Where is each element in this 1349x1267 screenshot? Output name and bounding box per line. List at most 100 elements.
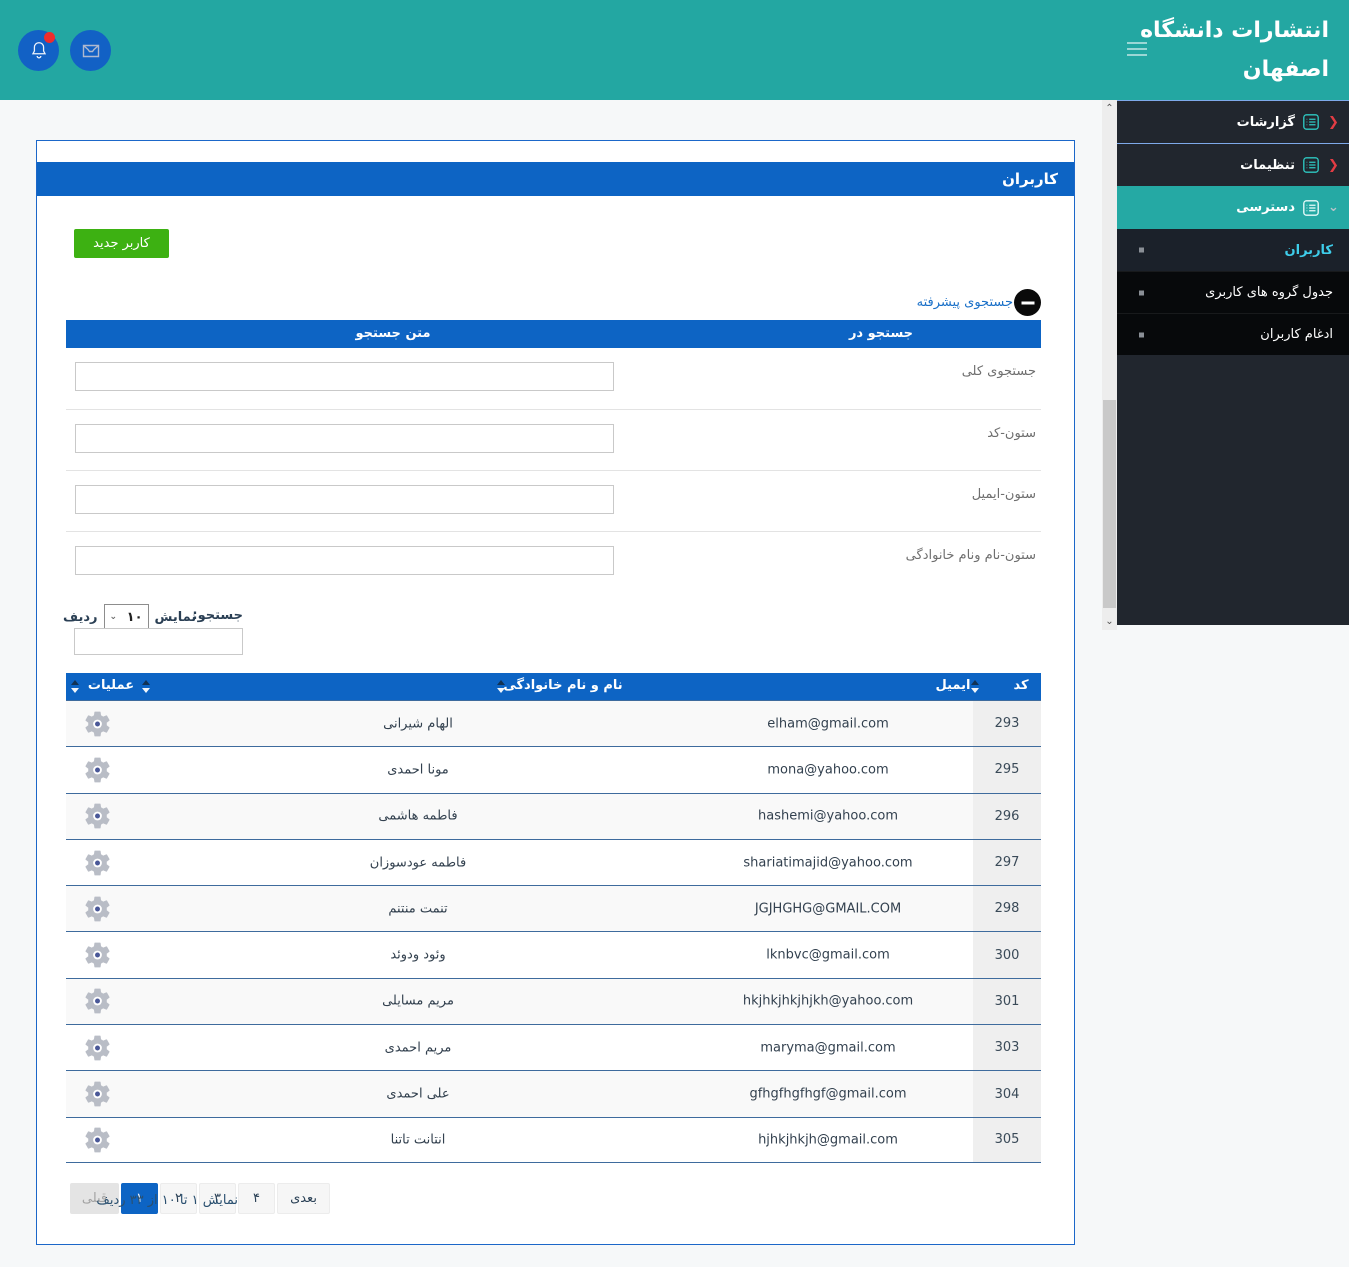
search-row-label: ستون-ایمیل [972,487,1036,502]
advanced-search-toggle[interactable]: جستجوی پیشرفته [917,289,1041,316]
row-operations-button[interactable] [82,1079,113,1110]
table-row: 298JGJHGHG@GMAIL.COMتنمت منتنم [66,885,1041,931]
column-header-operations[interactable]: عملیات [88,678,134,693]
panel-titlebar: کاربران [37,162,1074,196]
collapse-minus-icon[interactable] [1014,289,1041,316]
sidebar-item-label: دسترسی [1236,200,1295,215]
search-row-label: ستون-نام ونام خانوادگی [906,548,1036,563]
sidebar-subitem-label: جدول گروه های کاربری [1205,285,1333,300]
page-title: کاربران [1002,170,1058,188]
table-row: 301hkjhkjhkjhjkh@yahoo.comمریم مسایلی [66,978,1041,1024]
row-operations-button[interactable] [82,801,113,832]
sidebar-item-settings[interactable]: ❮ تنظیمات [1117,143,1349,186]
cell-name: فاطمه عودسوزان [370,855,466,870]
column-header-name[interactable]: نام و نام خانوادگی [503,678,622,693]
app-title-line2: اصفهان [1140,50,1329,89]
cell-code: 297 [973,840,1041,885]
cell-code: 295 [973,747,1041,792]
advanced-search-label[interactable]: جستجوی پیشرفته [917,295,1013,310]
scroll-up-icon[interactable]: ⌃ [1102,103,1117,114]
sidebar-subitem-user-groups[interactable]: جدول گروه های کاربری [1117,271,1349,313]
gear-icon [82,1079,113,1110]
cell-email: elham@gmail.com [767,716,888,731]
table-row: 295mona@yahoo.comمونا احمدی [66,746,1041,792]
row-operations-button[interactable] [82,1124,113,1155]
row-operations-button[interactable] [82,754,113,785]
name-search-input[interactable] [75,546,614,575]
row-operations-button[interactable] [82,708,113,739]
cell-code: 304 [973,1071,1041,1116]
cell-name: الهام شیرانی [383,716,453,731]
cell-code: 303 [973,1025,1041,1070]
cell-code: 298 [973,886,1041,931]
gear-icon [82,801,113,832]
sidebar-item-label: گزارشات [1237,115,1295,130]
pagination-page-button[interactable]: ۴ [238,1183,275,1214]
search-row-label: ستون-کد [987,426,1036,441]
cell-code: 293 [973,701,1041,746]
app-title: انتشارات دانشگاه اصفهان [1140,11,1329,89]
cell-code: 296 [973,794,1041,839]
new-user-button[interactable]: کاربر جدید [74,229,169,258]
sidebar-item-reports[interactable]: ❮ گزارشات [1117,100,1349,143]
top-header-bar: انتشارات دانشگاه اصفهان [0,0,1349,100]
table-row: 304 gfhgfhgfhgf@gmail.com علی احمدی [66,1070,1041,1116]
notifications-button[interactable] [18,30,59,71]
quick-search-input[interactable] [74,628,243,655]
list-icon [1302,156,1320,174]
search-row-code: ستون-کد [66,409,1041,470]
gear-icon [82,708,113,739]
scroll-down-icon[interactable]: ⌄ [1102,616,1117,627]
scrollbar-thumb[interactable] [1103,400,1116,608]
table-row: 296hashemi@yahoo.comفاطمه هاشمی [66,793,1041,839]
messages-button[interactable] [70,30,111,71]
sidebar-subitem-label: کاربران [1285,243,1333,258]
main-panel: کاربران کاربر جدید جستجوی پیشرفته جستجو … [36,140,1075,1245]
sidebar-subitem-merge-users[interactable]: ادغام کاربران [1117,313,1349,355]
sidebar-item-label: تنظیمات [1240,158,1295,173]
table-info: نمایش ۱ تا ۱۰ از ۳۳ ردیف [96,1193,238,1208]
row-operations-button[interactable] [82,940,113,971]
cell-code: 300 [973,932,1041,977]
email-search-input[interactable] [75,485,614,514]
cell-name: مریم احمدی [385,1040,452,1055]
bullet-icon [1139,248,1144,253]
quick-search: جستجو: [74,604,243,655]
sort-icon[interactable] [142,679,150,694]
row-operations-button[interactable] [82,986,113,1017]
sidebar-item-access[interactable]: ⌄ دسترسی [1117,186,1349,229]
hamburger-icon[interactable] [1127,42,1147,58]
row-operations-button[interactable] [82,847,113,878]
cell-name: علی احمدی [386,1087,449,1102]
advanced-search-table: جستجو در متن جستجو جستجوی کلی ستون-کد ست… [66,320,1041,592]
users-table-body: 293 elham@gmail.com الهام شیرانی 295mona@ya… [66,700,1041,1163]
advanced-search-header: جستجو در متن جستجو [66,320,1041,348]
sort-icon[interactable] [71,679,79,694]
sidebar: ❮ گزارشات ❮ تنظیمات ⌄ دسترس [1117,100,1349,625]
row-operations-button[interactable] [82,893,113,924]
column-header-code[interactable]: کد [1013,678,1028,693]
sort-icon[interactable] [971,679,979,694]
row-operations-button[interactable] [82,1032,113,1063]
scrollbar[interactable]: ⌃ ⌄ [1102,100,1117,630]
cell-name: انتانت تاتنا [391,1132,446,1147]
users-table: کد ایمیل نام و نام خانوادگی عملیات 293 el… [66,673,1041,1163]
notification-badge [44,32,55,43]
cell-email: hjhkjhkjh@gmail.com [758,1132,898,1147]
code-search-input[interactable] [75,424,614,453]
column-header-email[interactable]: ایمیل [936,678,971,693]
cell-name: فاطمه هاشمی [378,809,457,824]
search-row-name: ستون-نام ونام خانوادگی [66,531,1041,592]
chevron-left-icon: ❮ [1327,159,1340,172]
search-row-label: جستجوی کلی [962,364,1036,379]
users-table-header: کد ایمیل نام و نام خانوادگی عملیات [66,673,1041,700]
cell-code: 301 [973,979,1041,1024]
general-search-input[interactable] [75,362,614,391]
cell-email: gfhgfhgfhgf@gmail.com [749,1087,906,1102]
sidebar-subitem-users[interactable]: کاربران [1117,229,1349,271]
cell-email: hkjhkjhkjhjkh@yahoo.com [743,994,913,1009]
table-row: 300lknbvc@gmail.comوئود ودوئد [66,931,1041,977]
cell-email: maryma@gmail.com [760,1040,895,1055]
pagination-next-button[interactable]: بعدی [277,1183,330,1214]
bullet-icon [1139,290,1144,295]
